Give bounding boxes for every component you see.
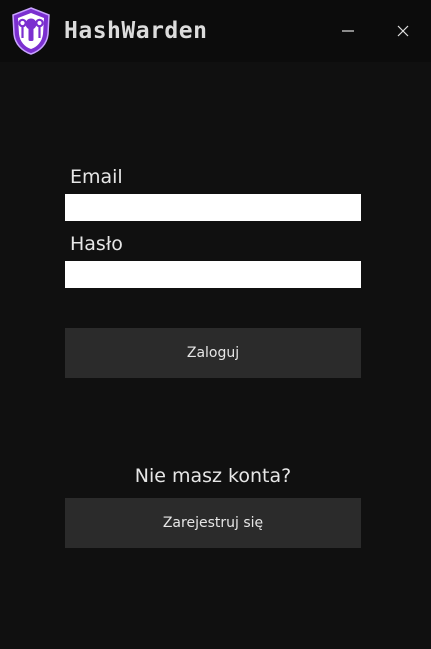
app-window: HashWarden Email Hasło Zaloguj Nie masz …: [0, 0, 431, 649]
register-button[interactable]: Zarejestruj się: [65, 498, 361, 548]
shield-keyhole-icon: [12, 7, 50, 55]
password-label: Hasło: [70, 233, 123, 255]
close-button[interactable]: [383, 12, 423, 50]
minimize-button[interactable]: [328, 12, 368, 50]
login-button[interactable]: Zaloguj: [65, 328, 361, 378]
minimize-icon: [342, 30, 354, 32]
password-field[interactable]: [65, 261, 361, 288]
email-field[interactable]: [65, 194, 361, 221]
close-icon: [397, 25, 409, 37]
app-title: HashWarden: [64, 18, 208, 44]
email-label: Email: [70, 166, 123, 188]
title-bar[interactable]: HashWarden: [0, 0, 431, 62]
no-account-prompt: Nie masz konta?: [134, 465, 292, 487]
